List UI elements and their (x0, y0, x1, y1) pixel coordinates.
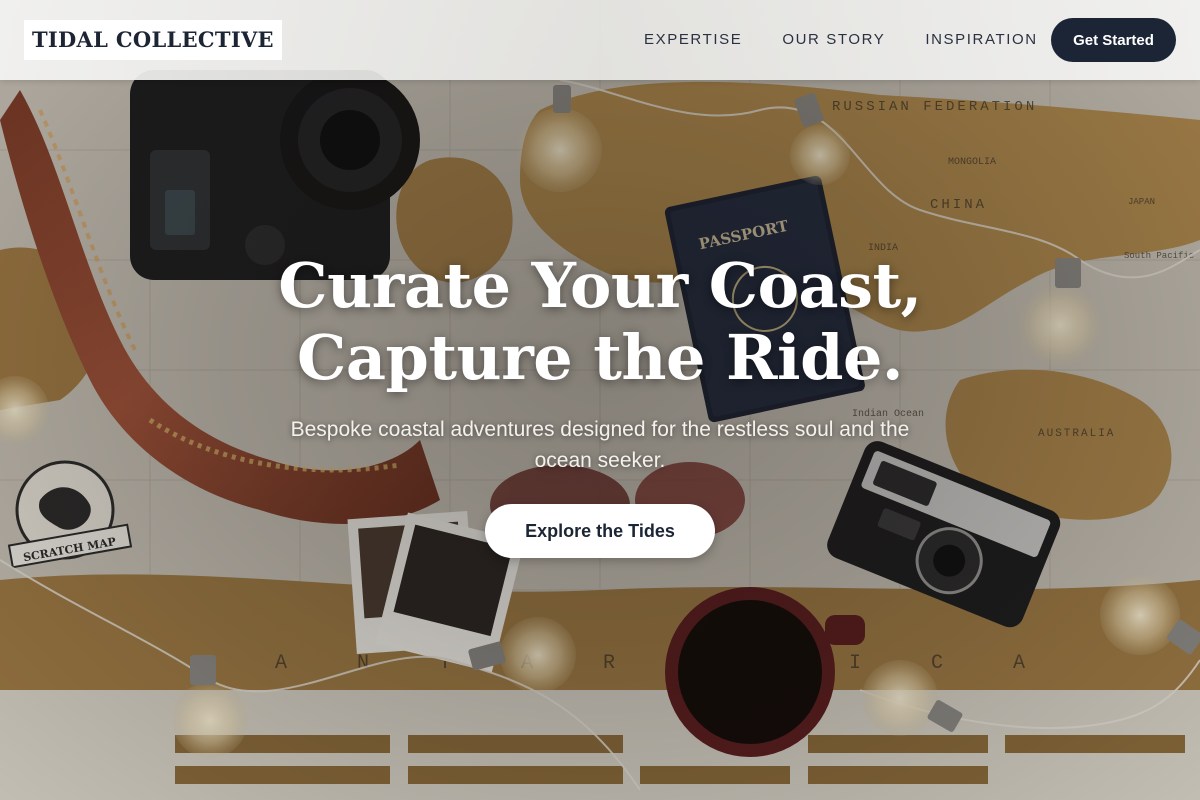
hero-title: Curate Your Coast, Capture the Ride. (200, 250, 1000, 394)
get-started-button[interactable]: Get Started (1051, 18, 1176, 62)
hero-title-line-2: Capture the Ride. (297, 321, 904, 394)
landing-page: RUSSIAN FEDERATION MONGOLIA CHINA JAPAN … (0, 0, 1200, 800)
hero-section: Curate Your Coast, Capture the Ride. Bes… (200, 250, 1000, 558)
brand-logo[interactable]: TIDAL COLLECTIVE (24, 20, 282, 60)
hero-title-line-1: Curate Your Coast, (278, 249, 922, 322)
nav-link-expertise[interactable]: EXPERTISE (644, 29, 742, 51)
hero-subtitle: Bespoke coastal adventures designed for … (290, 418, 910, 472)
nav-link-inspiration[interactable]: INSPIRATION (925, 29, 1037, 51)
nav-link-our-story[interactable]: OUR STORY (782, 29, 885, 51)
site-header: TIDAL COLLECTIVE EXPERTISE OUR STORY INS… (0, 0, 1200, 80)
explore-tides-button[interactable]: Explore the Tides (485, 504, 715, 558)
main-nav: EXPERTISE OUR STORY INSPIRATION (644, 29, 1038, 51)
